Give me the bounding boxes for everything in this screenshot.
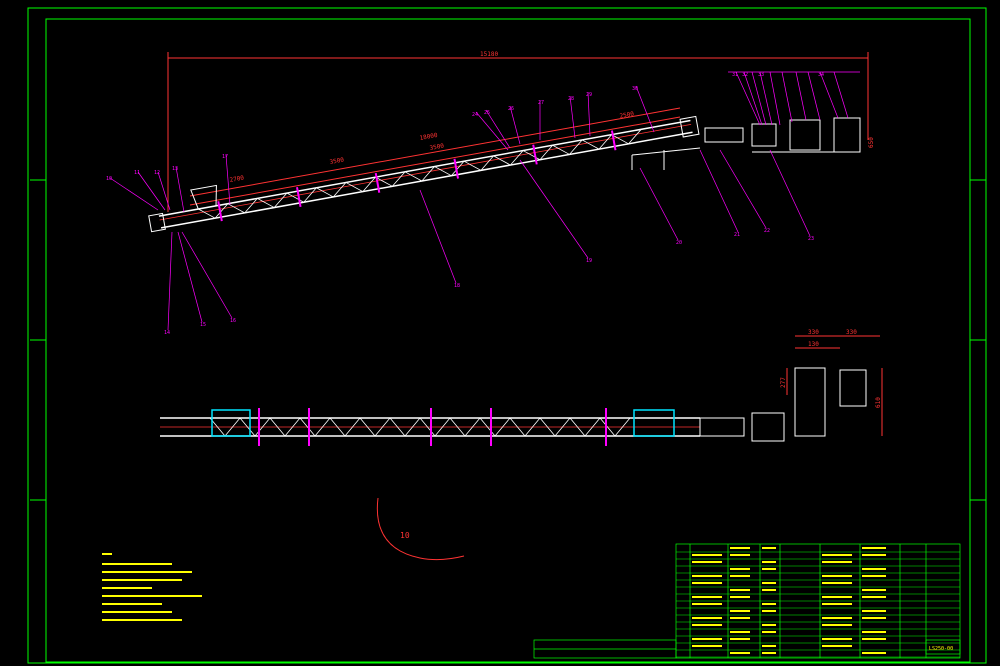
leader-label-12: 12 (154, 170, 160, 176)
dim-plan-w3: 330 (846, 329, 857, 336)
dim-plan-h2: 610 (875, 397, 882, 408)
leader-label-11: 11 (134, 170, 140, 176)
leader-label-10: 10 (106, 176, 112, 182)
leader-label-31: 31 (732, 72, 738, 78)
leader-label-22: 22 (764, 228, 770, 234)
leader-label-18: 18 (454, 283, 460, 289)
leader-label-19: 19 (586, 258, 592, 264)
leader-label-20: 20 (676, 240, 682, 246)
leader-label-24: 24 (472, 112, 478, 118)
leader-label-26: 26 (508, 106, 514, 112)
overall-length-label: 15180 (480, 51, 498, 58)
leader-label-33: 33 (758, 72, 764, 78)
arc-label: 10 (400, 531, 410, 540)
leader-label-21: 21 (734, 232, 740, 238)
drawing-code: LS250-00 (929, 646, 953, 652)
leader-label-16: 16 (230, 318, 236, 324)
leader-label-30: 30 (632, 86, 638, 92)
cad-drawing-sheet: 15180 2700 3500 18000 3500 2500 650 10 1… (0, 0, 1000, 666)
leader-label-27: 27 (538, 100, 544, 106)
leader-label-14: 14 (164, 330, 170, 336)
drawing-canvas: 15180 2700 3500 18000 3500 2500 650 1011… (0, 0, 1000, 666)
dim-elevation: 650 (868, 137, 875, 148)
dim-plan-h1: 277 (780, 377, 787, 388)
leader-label-25: 25 (484, 110, 490, 116)
dim-plan-w1: 330 (808, 329, 819, 336)
leader-label-28: 28 (568, 96, 574, 102)
leader-label-23: 23 (808, 236, 814, 242)
leader-label-32: 32 (742, 72, 748, 78)
leader-label-29: 29 (586, 92, 592, 98)
leader-label-34: 34 (818, 72, 824, 78)
leader-label-15: 15 (200, 322, 206, 328)
dim-plan-w2: 130 (808, 341, 819, 348)
leader-label-13: 13 (172, 166, 178, 172)
leader-label-17: 17 (222, 154, 228, 160)
